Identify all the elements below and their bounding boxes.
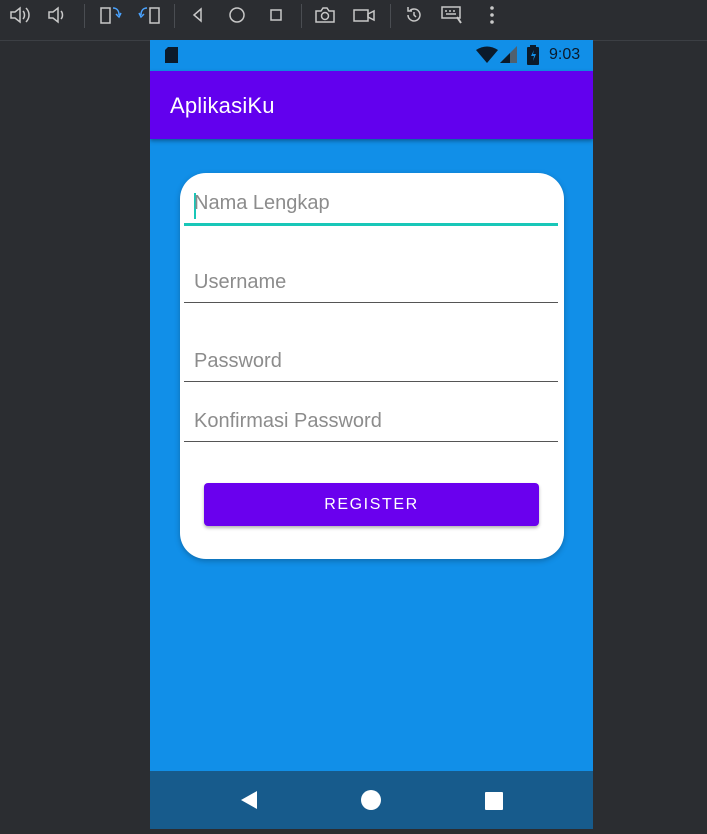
status-time: 9:03 <box>549 46 581 63</box>
username-placeholder: Username <box>194 271 287 293</box>
password-field[interactable]: Password <box>184 341 558 382</box>
home-icon[interactable] <box>223 3 251 27</box>
nav-recents-icon[interactable] <box>485 792 503 815</box>
app-title: AplikasiKu <box>170 93 275 118</box>
nav-back-icon[interactable] <box>239 790 259 815</box>
nama-lengkap-placeholder: Nama Lengkap <box>194 192 330 214</box>
signal-icon <box>500 46 518 68</box>
wifi-icon <box>476 46 498 68</box>
screenshot-icon[interactable] <box>311 3 339 27</box>
sd-card-icon <box>165 47 178 68</box>
rotate-left-icon[interactable] <box>96 3 124 27</box>
app-bar: AplikasiKu <box>150 71 593 139</box>
register-button[interactable]: REGISTER <box>204 483 539 526</box>
konfirmasi-password-placeholder: Konfirmasi Password <box>194 410 382 432</box>
screen-record-icon[interactable] <box>350 3 378 27</box>
device-screen: 9:03 AplikasiKu Nama Lengkap Username Pa… <box>150 40 593 829</box>
toolbar-divider <box>390 4 391 28</box>
toolbar-divider <box>174 4 175 28</box>
nama-lengkap-field[interactable]: Nama Lengkap <box>184 183 558 226</box>
status-bar: 9:03 <box>150 40 593 71</box>
konfirmasi-password-field[interactable]: Konfirmasi Password <box>184 401 558 442</box>
register-form-card: Nama Lengkap Username Password Konfirmas… <box>180 173 564 559</box>
battery-icon <box>527 45 539 70</box>
resume-icon[interactable] <box>400 3 428 27</box>
navigation-bar <box>150 771 593 829</box>
volume-up-icon[interactable] <box>6 3 34 27</box>
username-field[interactable]: Username <box>184 262 558 303</box>
emulator-toolbar <box>0 0 707 41</box>
more-icon[interactable] <box>478 3 506 27</box>
volume-down-icon[interactable] <box>44 3 72 27</box>
keyboard-icon[interactable] <box>438 3 466 27</box>
password-placeholder: Password <box>194 350 282 372</box>
toolbar-divider <box>84 4 85 28</box>
nav-home-icon[interactable] <box>361 790 381 815</box>
toolbar-divider <box>301 4 302 28</box>
overview-icon[interactable] <box>262 3 290 27</box>
back-icon[interactable] <box>184 3 212 27</box>
rotate-right-icon[interactable] <box>136 3 164 27</box>
